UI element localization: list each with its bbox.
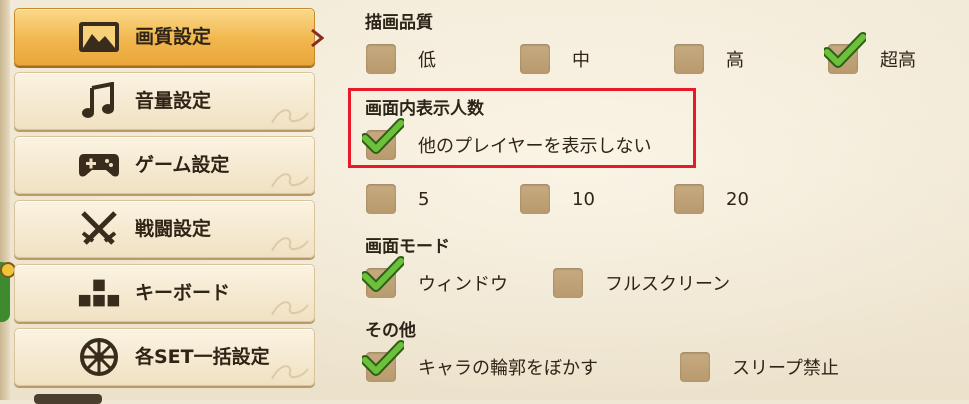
option-label: 10 [572,188,595,210]
section-title-screen-mode: 画面モード [365,237,450,257]
sidebar-item-game[interactable]: ゲーム設定 [14,136,315,194]
option-display-10[interactable]: 10 [520,182,595,216]
sidebar-item-keyboard[interactable]: キーボード [14,264,315,322]
checkbox[interactable] [520,44,550,74]
section-title-display-count: 画面内表示人数 [365,99,484,119]
checkbox-checked[interactable] [362,256,404,298]
music-note-icon [77,81,121,121]
swirl-ornament-icon [271,173,309,188]
option-fullscreen-mode[interactable]: フルスクリーン [553,266,730,300]
active-tab-pointer-icon [311,28,324,48]
sidebar-item-label: キーボード [135,282,231,304]
checkbox[interactable] [680,352,710,382]
option-label: 低 [418,50,436,71]
option-quality-low[interactable]: 低 [366,42,436,76]
option-quality-ultra[interactable]: 超高 [824,32,916,76]
gamepad-icon [77,145,121,185]
sidebar-item-label: 戦闘設定 [135,218,212,240]
option-label: 高 [726,50,744,71]
option-display-5[interactable]: 5 [366,182,429,216]
green-check-icon [362,256,404,292]
option-label: フルスクリーン [605,274,731,295]
checkbox[interactable] [520,184,550,214]
checkbox[interactable] [674,44,704,74]
option-label: キャラの輪郭をぼかす [418,358,598,379]
crossed-swords-icon [77,209,121,249]
swirl-ornament-icon [271,109,309,124]
bottom-scroll-handle [34,394,102,404]
option-label: 20 [726,188,749,210]
option-label: スリープ禁止 [732,358,839,379]
option-quality-high[interactable]: 高 [674,42,744,76]
checkbox-checked[interactable] [824,32,866,74]
option-prevent-sleep[interactable]: スリープ禁止 [680,350,839,384]
option-quality-medium[interactable]: 中 [520,42,590,76]
keyboard-keys-icon [77,273,121,313]
sidebar-item-label: ゲーム設定 [135,154,230,176]
swirl-ornament-icon [271,301,309,316]
sidebar-item-label: 画質設定 [135,26,212,48]
option-window-mode[interactable]: ウィンドウ [362,256,508,300]
option-label: 5 [418,188,430,210]
swirl-ornament-icon [271,365,309,380]
sidebar-item-battle[interactable]: 戦闘設定 [14,200,315,258]
option-label: ウィンドウ [418,274,508,295]
checkbox[interactable] [366,44,396,74]
checkbox[interactable] [674,184,704,214]
option-blur-character-outline[interactable]: キャラの輪郭をぼかす [362,340,598,384]
section-title-other: その他 [365,321,416,341]
green-check-icon [824,32,866,68]
section-title-quality: 描画品質 [365,13,433,33]
checkbox[interactable] [366,184,396,214]
sidebar-item-graphics[interactable]: 画質設定 [14,8,315,66]
compass-wheel-icon [77,337,121,377]
swirl-ornament-icon [271,237,309,252]
landscape-picture-icon [77,17,121,57]
checkbox[interactable] [553,268,583,298]
left-edge-panel [0,0,10,400]
option-label: 中 [572,50,590,71]
green-check-icon [362,340,404,376]
option-label: 超高 [880,50,916,71]
sidebar-item-label: 各SET一括設定 [135,346,270,368]
option-label: 他のプレイヤーを表示しない [418,136,652,157]
green-check-icon [362,118,404,154]
sidebar-item-label: 音量設定 [135,90,212,112]
checkbox-checked[interactable] [362,118,404,160]
sidebar-item-sound[interactable]: 音量設定 [14,72,315,130]
option-display-20[interactable]: 20 [674,182,749,216]
checkbox-checked[interactable] [362,340,404,382]
sidebar-item-bulk-settings[interactable]: 各SET一括設定 [14,328,315,386]
option-hide-other-players[interactable]: 他のプレイヤーを表示しない [362,118,652,162]
